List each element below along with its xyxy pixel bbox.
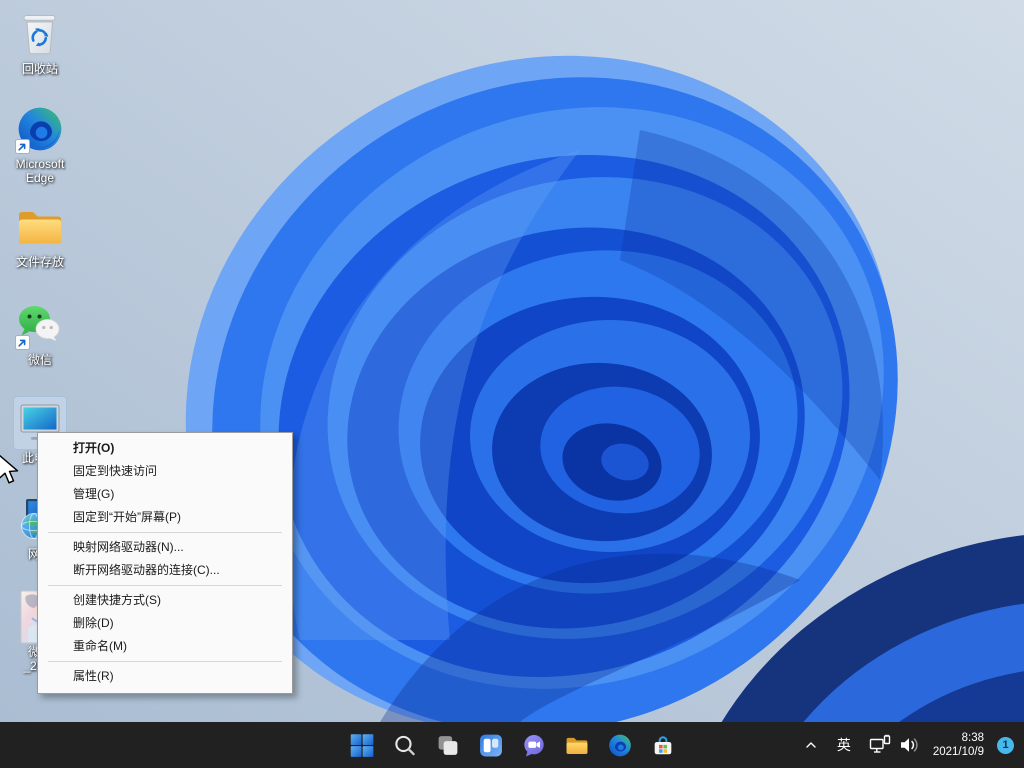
screen: 回收站 (0, 0, 1024, 768)
desktop-icon-microsoft-edge[interactable]: Microsoft Edge (6, 103, 74, 185)
menu-item-delete[interactable]: 删除(D) (38, 612, 292, 635)
task-view-button[interactable] (428, 725, 468, 765)
menu-item-open[interactable]: 打开(O) (38, 437, 292, 460)
menu-item-rename[interactable]: 重命名(M) (38, 635, 292, 658)
icon-label: 微信 (28, 353, 52, 367)
system-tray: 英 8:38 (797, 722, 1020, 768)
widgets-icon (478, 733, 503, 758)
chat-icon (521, 733, 546, 758)
chevron-up-icon (803, 737, 819, 753)
windows-logo-icon (349, 733, 374, 758)
file-explorer-icon (564, 733, 589, 758)
start-button[interactable] (342, 725, 382, 765)
desktop[interactable]: 回收站 (0, 0, 1024, 722)
menu-separator (48, 585, 282, 586)
edge-icon (607, 733, 632, 758)
desktop-icon-recycle-bin[interactable]: 回收站 (6, 8, 74, 76)
microsoft-store-icon (650, 733, 675, 758)
notification-badge[interactable]: 1 (997, 737, 1014, 754)
taskbar-center-group (342, 722, 683, 768)
menu-item-pin-to-start[interactable]: 固定到“开始”屏幕(P) (38, 506, 292, 529)
icon-label: Microsoft Edge (16, 157, 65, 185)
mouse-cursor (0, 453, 20, 487)
file-explorer-button[interactable] (557, 725, 597, 765)
edge-taskbar-button[interactable] (600, 725, 640, 765)
volume-icon (899, 734, 921, 756)
recycle-bin-icon (14, 8, 66, 60)
search-icon (392, 733, 417, 758)
tray-clock[interactable]: 8:38 2021/10/9 (929, 731, 988, 759)
menu-item-create-shortcut[interactable]: 创建快捷方式(S) (38, 589, 292, 612)
menu-item-disconnect-network-drive[interactable]: 断开网络驱动器的连接(C)... (38, 559, 292, 582)
search-button[interactable] (385, 725, 425, 765)
menu-item-manage[interactable]: 管理(G) (38, 483, 292, 506)
shortcut-arrow-icon (15, 335, 30, 350)
shortcut-arrow-icon (15, 139, 30, 154)
menu-item-map-network-drive[interactable]: 映射网络驱动器(N)... (38, 536, 292, 559)
tray-chevron-up-button[interactable] (797, 725, 825, 765)
icon-label: 回收站 (22, 62, 58, 76)
wechat-icon (14, 299, 66, 351)
menu-item-pin-to-quick-access[interactable]: 固定到快速访问 (38, 460, 292, 483)
clock-date: 2021/10/9 (933, 745, 984, 759)
menu-item-properties[interactable]: 属性(R) (38, 665, 292, 688)
clock-time: 8:38 (933, 731, 984, 745)
tray-network-volume-button[interactable] (863, 725, 927, 765)
widgets-button[interactable] (471, 725, 511, 765)
desktop-icon-wechat[interactable]: 微信 (6, 299, 74, 367)
menu-separator (48, 661, 282, 662)
desktop-icon-file-folder[interactable]: 文件存放 (6, 201, 74, 269)
chat-button[interactable] (514, 725, 554, 765)
tray-ime-indicator[interactable]: 英 (827, 725, 861, 765)
ethernet-network-icon (869, 734, 891, 756)
microsoft-store-button[interactable] (643, 725, 683, 765)
menu-separator (48, 532, 282, 533)
task-view-icon (435, 733, 460, 758)
context-menu: 打开(O) 固定到快速访问 管理(G) 固定到“开始”屏幕(P) 映射网络驱动器… (37, 432, 293, 694)
icon-label: 文件存放 (16, 255, 64, 269)
edge-icon (14, 103, 66, 155)
taskbar: 英 8:38 (0, 722, 1024, 768)
folder-icon (14, 201, 66, 253)
